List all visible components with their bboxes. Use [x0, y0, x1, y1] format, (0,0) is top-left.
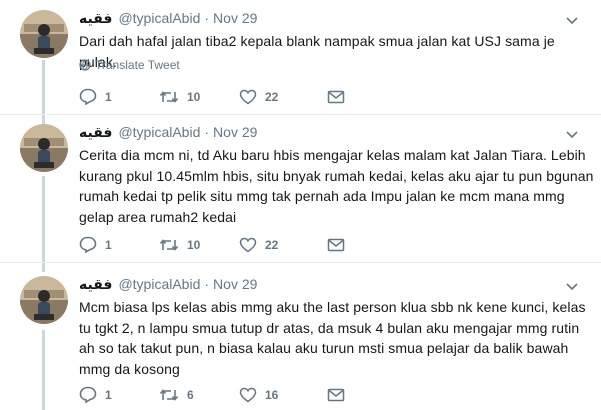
avatar[interactable] — [20, 124, 68, 172]
separator-dot: · — [204, 10, 210, 26]
tweet-actions: 1 10 22 — [79, 88, 345, 105]
like-button[interactable]: 16 — [239, 387, 327, 403]
retweet-button[interactable]: 10 — [159, 89, 239, 105]
timestamp[interactable]: Nov 29 — [213, 276, 257, 292]
display-name[interactable]: فقيه — [79, 125, 112, 141]
direct-message-button[interactable] — [327, 388, 345, 402]
retweet-count: 10 — [187, 237, 201, 252]
retweet-button[interactable]: 10 — [159, 237, 239, 253]
translate-label: Translate Tweet — [95, 58, 180, 72]
reply-button[interactable]: 1 — [79, 88, 159, 105]
tweet-divider — [0, 262, 601, 263]
separator-dot: · — [204, 276, 210, 292]
avatar[interactable] — [20, 10, 68, 58]
reply-count: 1 — [105, 89, 112, 104]
translate-tweet-link[interactable]: Translate Tweet — [79, 58, 180, 72]
like-button[interactable]: 22 — [239, 89, 327, 105]
like-count: 16 — [265, 387, 279, 402]
retweet-count: 10 — [187, 89, 201, 104]
tweet[interactable]: فقيه @typicalAbid · Nov 29 Cerita dia mc… — [0, 124, 601, 262]
reply-button[interactable]: 1 — [79, 236, 159, 253]
reply-button[interactable]: 1 — [79, 386, 159, 403]
direct-message-button[interactable] — [327, 90, 345, 104]
separator-dot: · — [204, 124, 210, 140]
tweet-header: فقيه @typicalAbid · Nov 29 — [79, 276, 257, 293]
user-handle[interactable]: @typicalAbid — [118, 276, 200, 292]
heart-icon — [239, 387, 257, 402]
avatar[interactable] — [20, 276, 68, 324]
timestamp[interactable]: Nov 29 — [213, 10, 257, 26]
tweet-actions: 1 6 16 — [79, 386, 345, 403]
tweet-divider — [0, 114, 601, 115]
envelope-icon — [327, 90, 345, 103]
reply-icon — [79, 88, 97, 105]
heart-icon — [239, 89, 257, 104]
tweet-text: Mcm biasa lps kelas abis mmg aku the las… — [79, 299, 586, 377]
reply-count: 1 — [105, 237, 112, 252]
retweet-icon — [159, 388, 179, 401]
retweet-icon — [159, 238, 179, 251]
retweet-icon — [159, 90, 179, 103]
tweet-actions: 1 10 22 — [79, 236, 345, 253]
tweet[interactable]: فقيه @typicalAbid · Nov 29 Dari dah hafa… — [0, 10, 601, 114]
retweet-button[interactable]: 6 — [159, 387, 239, 403]
timestamp[interactable]: Nov 29 — [213, 124, 257, 140]
direct-message-button[interactable] — [327, 238, 345, 252]
display-name[interactable]: فقيه — [79, 277, 112, 293]
envelope-icon — [327, 388, 345, 401]
chevron-down-icon[interactable] — [565, 282, 579, 292]
heart-icon — [239, 237, 257, 252]
chevron-down-icon[interactable] — [565, 16, 579, 26]
tweet-header: فقيه @typicalAbid · Nov 29 — [79, 10, 257, 27]
user-handle[interactable]: @typicalAbid — [118, 124, 200, 140]
tweet-header: فقيه @typicalAbid · Nov 29 — [79, 124, 257, 141]
reply-count: 1 — [105, 387, 112, 402]
display-name[interactable]: فقيه — [79, 11, 112, 27]
user-handle[interactable]: @typicalAbid — [118, 10, 200, 26]
tweet-text: Cerita dia mcm ni, td Aku baru hbis meng… — [79, 147, 594, 225]
envelope-icon — [327, 238, 345, 251]
like-count: 22 — [265, 237, 279, 252]
chevron-down-icon[interactable] — [565, 130, 579, 140]
like-count: 22 — [265, 89, 279, 104]
globe-icon — [79, 59, 91, 71]
tweet[interactable]: فقيه @typicalAbid · Nov 29 Mcm biasa lps… — [0, 276, 601, 410]
retweet-count: 6 — [187, 387, 194, 402]
reply-icon — [79, 236, 97, 253]
reply-icon — [79, 386, 97, 403]
like-button[interactable]: 22 — [239, 237, 327, 253]
